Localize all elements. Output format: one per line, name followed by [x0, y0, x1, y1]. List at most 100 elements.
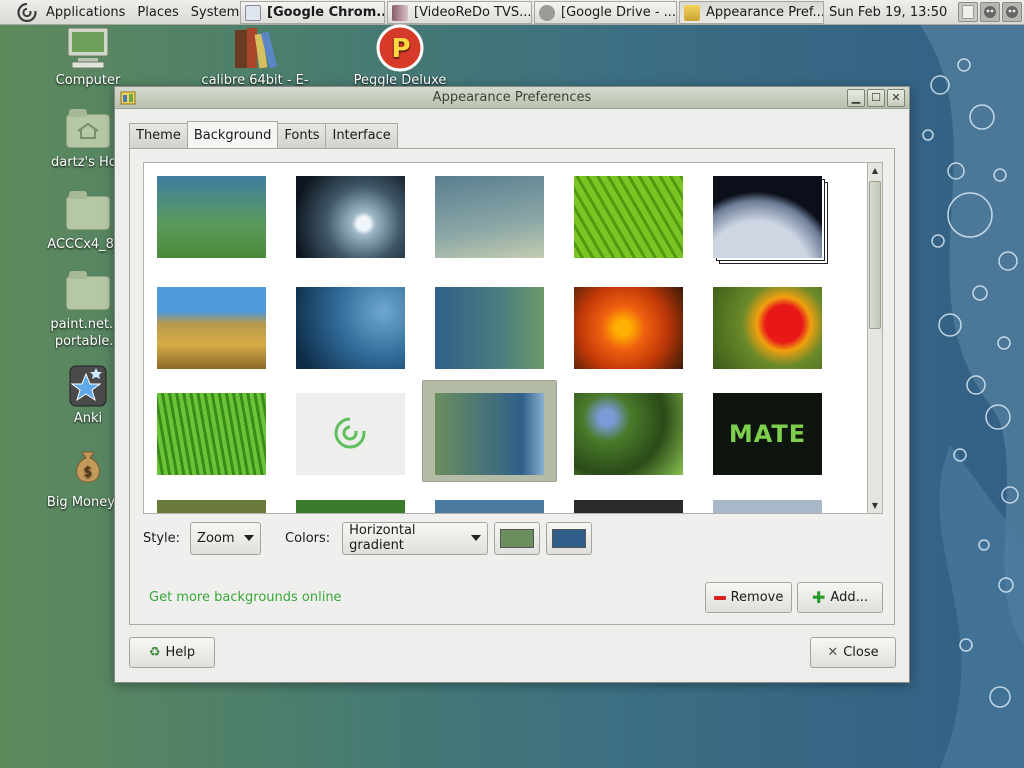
- tab-bar: Theme Background Fonts Interface: [129, 121, 398, 148]
- colors-label: Colors:: [285, 530, 331, 546]
- wallpaper-thumb[interactable]: [157, 500, 266, 513]
- wallpaper-thumb[interactable]: [713, 500, 822, 513]
- wallpaper-thumb[interactable]: [713, 287, 822, 369]
- wallpaper-thumb[interactable]: [713, 176, 822, 258]
- close-label: Close: [843, 645, 879, 660]
- style-label: Style:: [143, 530, 181, 546]
- task-label: [VideoReDo TVS...: [414, 5, 532, 20]
- close-window-button[interactable]: ✕: [887, 89, 905, 107]
- style-combo[interactable]: Zoom: [190, 521, 262, 555]
- window-title: Appearance Preferences: [432, 90, 592, 105]
- remove-label: Remove: [730, 590, 784, 605]
- wallpaper-thumb[interactable]: [574, 393, 683, 475]
- chevron-down-icon: [471, 535, 482, 541]
- maximize-icon: ☐: [871, 91, 881, 104]
- close-button[interactable]: ✕ Close: [810, 637, 896, 668]
- maximize-button[interactable]: ☐: [867, 89, 885, 107]
- secondary-color-swatch: [552, 528, 587, 548]
- close-icon: ✕: [891, 91, 901, 104]
- google-drive-icon: [539, 4, 555, 21]
- peggle-icon: P: [376, 24, 424, 72]
- remove-icon: [713, 595, 726, 600]
- wallpaper-thumb[interactable]: MATE: [713, 393, 822, 475]
- wallpaper-thumb[interactable]: [435, 500, 544, 513]
- chevron-down-icon: [244, 535, 255, 541]
- wallpaper-thumb[interactable]: [574, 500, 683, 513]
- tab-background[interactable]: Background: [186, 121, 279, 148]
- tray-separator-icon: [958, 2, 978, 22]
- scroll-down-icon[interactable]: ▼: [868, 498, 882, 513]
- chrome-icon: [245, 4, 261, 21]
- videoredo-icon: [392, 4, 408, 21]
- wallpaper-thumb[interactable]: [157, 176, 266, 258]
- appearance-preferences-window: Appearance Preferences ▁ ☐ ✕ Theme Backg…: [114, 86, 910, 683]
- wallpaper-thumb[interactable]: [296, 500, 405, 513]
- primary-color-button[interactable]: [494, 521, 541, 555]
- wallpaper-thumb[interactable]: [296, 393, 405, 475]
- computer-icon: [67, 27, 109, 69]
- task-label: [Google Drive - ...: [561, 5, 677, 20]
- minimize-button[interactable]: ▁: [847, 89, 865, 107]
- task-videoredo[interactable]: [VideoReDo TVS...: [387, 1, 532, 24]
- wallpaper-thumb[interactable]: [574, 287, 683, 369]
- places-menu[interactable]: Places: [131, 5, 184, 20]
- folder-icon: [66, 191, 110, 230]
- wallpaper-thumb[interactable]: [435, 176, 544, 258]
- options-row: Style: Zoom Colors: Horizontal gradient: [143, 521, 593, 555]
- wallpaper-thumb[interactable]: [157, 393, 266, 475]
- close-icon: ✕: [827, 645, 839, 660]
- task-label: [Google Chrom...: [267, 5, 385, 20]
- add-button[interactable]: ✚ Add...: [797, 582, 883, 613]
- colors-combo[interactable]: Horizontal gradient: [342, 521, 489, 555]
- top-panel: Applications Places System [Google Chrom…: [0, 0, 1024, 25]
- wallpaper-thumb[interactable]: [157, 287, 266, 369]
- colors-value: Horizontal gradient: [349, 523, 416, 553]
- primary-color-swatch: [500, 528, 535, 548]
- calibre-icon: [235, 28, 278, 69]
- task-label: Appearance Pref...: [706, 5, 824, 20]
- task-google-drive[interactable]: [Google Drive - ...: [534, 1, 677, 24]
- anki-icon: [69, 365, 107, 407]
- task-chrome[interactable]: [Google Chrom...: [240, 1, 385, 24]
- desktop-icon-peggle[interactable]: P Peggle Deluxe: [345, 24, 455, 89]
- remove-button[interactable]: Remove: [705, 582, 792, 613]
- background-tab-panel: MATE ▲ ▼ Style: Zoom Colors: Horizontal …: [129, 148, 895, 625]
- mate-menu-icon[interactable]: [17, 3, 38, 22]
- help-label: Help: [165, 645, 196, 660]
- window-titlebar[interactable]: Appearance Preferences ▁ ☐ ✕: [115, 87, 909, 109]
- scroll-up-icon[interactable]: ▲: [868, 163, 882, 178]
- wallpaper-thumb[interactable]: [435, 287, 544, 369]
- wallpaper-thumb-selected[interactable]: [435, 393, 544, 475]
- folder-icon: [66, 271, 110, 310]
- minimize-icon: ▁: [851, 91, 861, 104]
- raccoon-tray-icon[interactable]: [980, 2, 1000, 22]
- tab-interface[interactable]: Interface: [325, 123, 398, 148]
- clock[interactable]: Sun Feb 19, 13:50: [829, 0, 947, 25]
- money-bag-icon: $: [76, 451, 100, 483]
- tab-theme[interactable]: Theme: [129, 123, 188, 148]
- mate-logo-icon: [334, 417, 366, 449]
- appearance-icon: [684, 4, 700, 21]
- get-more-backgrounds-link[interactable]: Get more backgrounds online: [149, 590, 342, 605]
- home-folder-icon: [66, 109, 110, 148]
- appearance-icon: [120, 90, 136, 106]
- svg-text:$: $: [84, 464, 93, 480]
- wallpaper-thumb[interactable]: [574, 176, 683, 258]
- help-button[interactable]: ♻ Help: [129, 637, 215, 668]
- mate-wallpaper-text: MATE: [728, 420, 807, 448]
- gallery-scrollbar[interactable]: ▲ ▼: [868, 162, 883, 514]
- wallpaper-thumb[interactable]: [296, 176, 405, 258]
- style-value: Zoom: [197, 530, 235, 546]
- task-appearance[interactable]: Appearance Pref...: [679, 1, 824, 24]
- add-icon: ✚: [812, 587, 826, 607]
- wallpaper-gallery[interactable]: MATE: [143, 162, 868, 514]
- scrollbar-thumb[interactable]: [869, 181, 881, 329]
- system-menu[interactable]: System: [185, 5, 245, 20]
- applications-menu[interactable]: Applications: [40, 5, 131, 20]
- tab-fonts[interactable]: Fonts: [277, 123, 327, 148]
- wallpaper-thumb[interactable]: [296, 287, 405, 369]
- svg-text:P: P: [391, 34, 410, 64]
- raccoon-tray-icon-2[interactable]: [1002, 2, 1022, 22]
- secondary-color-button[interactable]: [546, 521, 593, 555]
- desktop-icon-computer[interactable]: Computer: [33, 26, 143, 89]
